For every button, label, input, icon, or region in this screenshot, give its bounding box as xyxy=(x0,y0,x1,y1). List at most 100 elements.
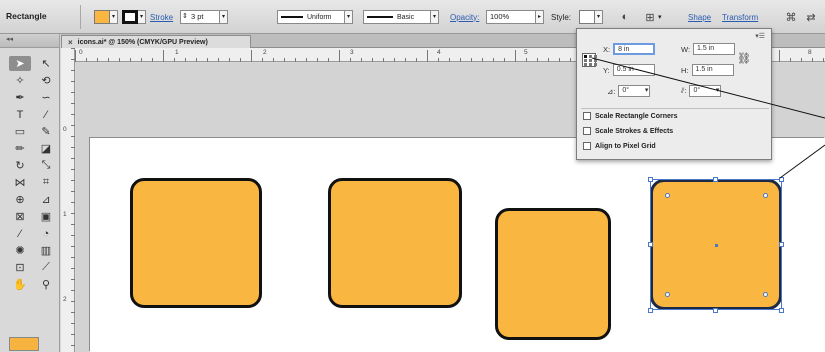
chevron-down-icon[interactable]: ▾ xyxy=(345,10,353,24)
rotate-tool-icon[interactable]: ↻ xyxy=(9,158,31,173)
scale-tool-icon[interactable]: ⤡ xyxy=(35,158,57,173)
scale-strokes-option[interactable]: Scale Strokes & Effects xyxy=(583,127,673,135)
brush-definition[interactable]: Basic ▾ xyxy=(363,9,439,25)
hand-tool-icon[interactable]: ✋ xyxy=(9,277,31,292)
ref-point-dot[interactable] xyxy=(589,59,592,62)
chevron-down-icon[interactable]: ▾ xyxy=(138,10,146,24)
symbol-sprayer-tool-icon[interactable]: ✺ xyxy=(9,243,31,258)
mesh-tool-icon[interactable]: ⊠ xyxy=(9,209,31,224)
vertical-ruler[interactable]: 0 1 2 xyxy=(61,48,75,352)
corner-widget[interactable] xyxy=(665,292,670,297)
align-pixel-option[interactable]: Align to Pixel Grid xyxy=(583,142,656,150)
chevron-down-icon[interactable]: ▾ xyxy=(431,10,439,24)
corner-widget[interactable] xyxy=(763,292,768,297)
type-tool-icon[interactable]: T xyxy=(9,107,31,122)
y-field[interactable]: 0.5 in xyxy=(612,64,655,76)
perspective-grid-tool-icon[interactable]: ⊿ xyxy=(35,192,57,207)
fill-color-control[interactable]: ▾ xyxy=(94,9,118,25)
rotate-field[interactable]: 0° xyxy=(618,85,651,97)
scale-corners-option[interactable]: Scale Rectangle Corners xyxy=(583,112,677,120)
chevron-down-icon[interactable]: ▾ xyxy=(110,10,118,24)
resize-handle[interactable] xyxy=(648,177,653,182)
opacity-field[interactable]: 100% xyxy=(486,10,536,24)
resize-handle[interactable] xyxy=(779,308,784,313)
chevron-down-icon[interactable]: ▾ xyxy=(595,10,603,24)
corner-widget[interactable] xyxy=(763,193,768,198)
curvature-tool-icon[interactable]: ∽ xyxy=(35,90,57,105)
panel-options-icon[interactable]: ⇄ xyxy=(803,9,819,25)
transform-link[interactable]: Transform xyxy=(722,13,758,22)
x-field[interactable]: 8 in xyxy=(613,43,656,55)
shear-field[interactable]: 0° xyxy=(689,85,722,97)
reference-point-selector[interactable] xyxy=(582,53,597,67)
slice-tool-icon[interactable]: ⟋ xyxy=(35,260,57,275)
ref-point-dot[interactable] xyxy=(584,55,587,58)
blend-tool-icon[interactable]: ◔ xyxy=(35,226,57,241)
tools-panel-header[interactable]: ◂◂ xyxy=(0,34,59,48)
shape-builder-tool-icon[interactable]: ⊕ xyxy=(9,192,31,207)
close-icon[interactable]: × xyxy=(68,38,73,47)
recolor-artwork-icon[interactable]: ◐ xyxy=(617,9,633,25)
chevron-right-icon[interactable]: ▸ xyxy=(536,10,544,24)
width-tool-icon[interactable]: ⋈ xyxy=(9,175,31,190)
selection-tool-icon[interactable]: ➤ xyxy=(9,56,31,71)
ref-point-dot[interactable] xyxy=(594,63,597,66)
ref-point-dot[interactable] xyxy=(589,55,592,58)
fill-swatch[interactable] xyxy=(94,10,110,24)
resize-handle[interactable] xyxy=(648,308,653,313)
rounded-rectangle[interactable] xyxy=(130,178,262,308)
gradient-tool-icon[interactable]: ▣ xyxy=(35,209,57,224)
resize-handle[interactable] xyxy=(713,308,718,313)
shape-link[interactable]: Shape xyxy=(688,13,711,22)
resize-handle[interactable] xyxy=(779,242,784,247)
w-field[interactable]: 1.5 in xyxy=(693,43,736,55)
rounded-rectangle[interactable] xyxy=(495,208,611,340)
stroke-swatch[interactable] xyxy=(122,10,138,24)
rounded-rectangle[interactable] xyxy=(328,178,462,308)
chevron-down-icon[interactable]: ▾ xyxy=(220,10,228,24)
profile-dropdown[interactable]: Uniform xyxy=(277,10,345,24)
scale-strokes-checkbox[interactable] xyxy=(583,127,591,135)
variable-width-profile[interactable]: Uniform ▾ xyxy=(277,9,353,25)
corner-widget[interactable] xyxy=(665,193,670,198)
isolate-icon[interactable]: ⌘ xyxy=(783,9,799,25)
h-field[interactable]: 1.5 in xyxy=(691,64,734,76)
stepper-icon[interactable]: ⇕ xyxy=(182,11,188,23)
align-pixel-checkbox[interactable] xyxy=(583,142,591,150)
scale-corners-checkbox[interactable] xyxy=(583,112,591,120)
chevron-down-icon[interactable]: ▾ xyxy=(658,13,662,21)
resize-handle[interactable] xyxy=(648,242,653,247)
ref-point-dot[interactable] xyxy=(594,55,597,58)
stroke-weight-field[interactable]: ⇕ 3 pt xyxy=(180,10,220,24)
pencil-tool-icon[interactable]: ✏ xyxy=(9,141,31,156)
constrain-proportions-icon[interactable]: ⛓ xyxy=(737,52,751,65)
ref-point-dot[interactable] xyxy=(584,63,587,66)
eraser-tool-icon[interactable]: ◪ xyxy=(35,141,57,156)
zoom-tool-icon[interactable]: ⚲ xyxy=(35,277,57,292)
fill-stroke-indicator[interactable] xyxy=(9,337,39,351)
ref-point-dot[interactable] xyxy=(594,59,597,62)
align-icon[interactable]: ⊞ xyxy=(642,9,658,25)
style-control[interactable]: ▾ xyxy=(579,9,603,25)
style-swatch[interactable] xyxy=(579,10,595,24)
panel-menu-icon[interactable]: ▾☰ xyxy=(755,32,765,40)
artboard-tool-icon[interactable]: ⊡ xyxy=(9,260,31,275)
stroke-color-control[interactable]: ▾ xyxy=(122,9,146,25)
magic-wand-tool-icon[interactable]: ✧ xyxy=(9,73,31,88)
opacity-link[interactable]: Opacity: xyxy=(450,13,479,22)
line-tool-icon[interactable]: ⁄ xyxy=(35,107,57,122)
rectangle-tool-icon[interactable]: ▭ xyxy=(9,124,31,139)
direct-selection-tool-icon[interactable]: ↖ xyxy=(35,56,57,71)
pen-tool-icon[interactable]: ✒ xyxy=(9,90,31,105)
column-graph-tool-icon[interactable]: ▥ xyxy=(35,243,57,258)
ref-point-dot[interactable] xyxy=(584,59,587,62)
lasso-tool-icon[interactable]: ⟲ xyxy=(35,73,57,88)
opacity-control[interactable]: 100% ▸ xyxy=(486,9,544,25)
paintbrush-tool-icon[interactable]: ✎ xyxy=(35,124,57,139)
resize-handle[interactable] xyxy=(779,177,784,182)
document-tab[interactable]: × icons.ai* @ 150% (CMYK/GPU Preview) xyxy=(61,35,251,48)
resize-handle[interactable] xyxy=(713,177,718,182)
eyedropper-tool-icon[interactable]: ⁄ xyxy=(9,226,31,241)
stroke-link[interactable]: Stroke xyxy=(150,13,173,22)
free-transform-tool-icon[interactable]: ⌗ xyxy=(35,175,57,190)
